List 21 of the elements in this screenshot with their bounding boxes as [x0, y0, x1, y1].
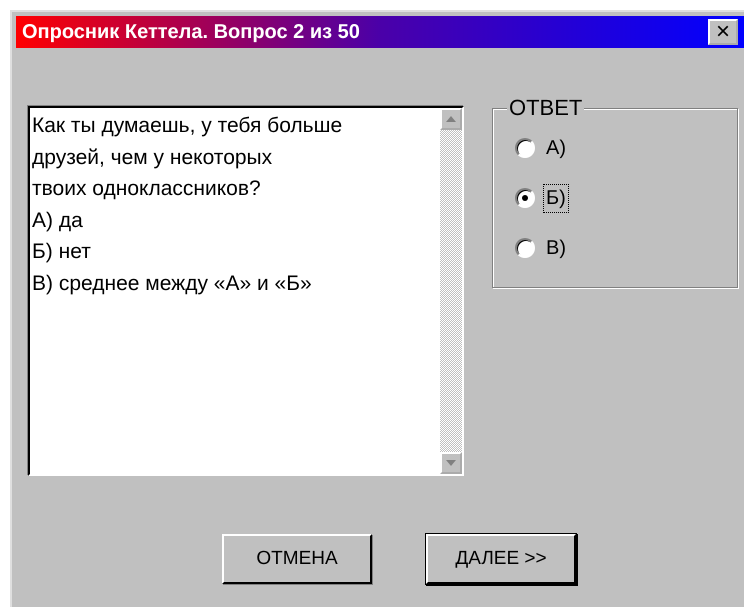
up-arrow-icon: [446, 116, 456, 122]
radio-button[interactable]: [515, 138, 535, 158]
scrollbar[interactable]: [440, 108, 462, 474]
scroll-down-button[interactable]: [440, 452, 462, 474]
question-line: Б) нет: [32, 239, 92, 266]
cancel-button[interactable]: ОТМЕНА: [222, 534, 372, 584]
radio-label[interactable]: Б): [543, 184, 569, 212]
close-button[interactable]: ×: [708, 19, 738, 45]
window-title: Опросник Кеттела. Вопрос 2 из 50: [22, 20, 360, 44]
question-line: твоих одноклассников?: [32, 176, 262, 202]
radio-label[interactable]: А): [543, 134, 569, 162]
scroll-up-button[interactable]: [440, 108, 462, 130]
next-button[interactable]: ДАЛЕЕ >>: [426, 534, 576, 584]
radio-button[interactable]: [515, 238, 535, 258]
question-line: Как ты думаешь, у тебя больше: [32, 113, 344, 139]
question-line: В) среднее между «А» и «Б»: [32, 270, 313, 297]
down-arrow-icon: [446, 460, 456, 466]
question-line: А) да: [32, 208, 84, 234]
radio-button[interactable]: [515, 188, 535, 208]
radio-label[interactable]: В): [543, 234, 569, 262]
question-line: друзей, чем у некоторых: [32, 144, 274, 171]
